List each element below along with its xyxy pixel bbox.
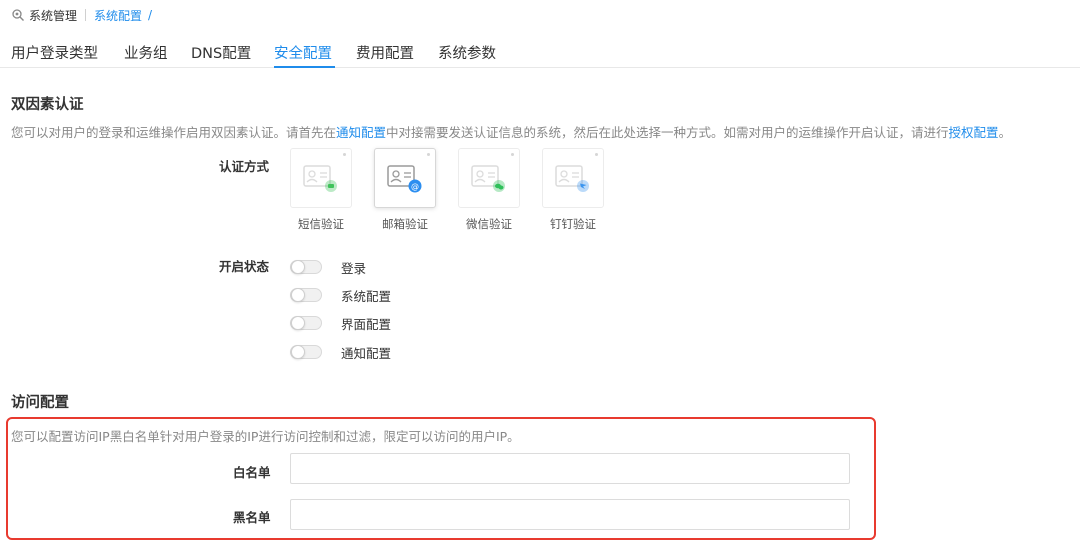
access-config-description: 您可以配置访问IP黑白名单针对用户登录的IP进行访问控制和过滤，限定可以访问的用… [11,429,520,444]
toggle-row-notify-config: 通知配置 [290,343,391,361]
desc-text: 您可以对用户的登录和运维操作启用双因素认证。请首先在 [11,125,337,140]
method-sms[interactable]: 短信验证 [290,148,352,232]
login-toggle-label: 登录 [341,260,367,276]
method-sms-label: 短信验证 [298,217,344,231]
tab-fee-config[interactable]: 费用配置 [356,42,414,63]
notify-config-link[interactable]: 通知配置 [336,125,386,140]
sms-card [290,148,352,208]
status-label: 开启状态 [219,259,270,274]
desc-text: 中对接需要发送认证信息的系统，然后在此处选择一种方式。如需对用户的运维操作开启认… [386,125,949,140]
breadcrumb-separator: / [148,8,153,22]
tab-business-group[interactable]: 业务组 [124,42,168,63]
access-config-title: 访问配置 [11,395,69,411]
tab-security-config[interactable]: 安全配置 [274,42,332,63]
tab-dns-config[interactable]: DNS配置 [191,42,251,63]
method-dingtalk-label: 钉钉验证 [550,217,596,231]
breadcrumb-current[interactable]: 系统配置 [94,7,142,24]
toggle-row-ui-config: 界面配置 [290,314,391,332]
login-toggle[interactable] [290,260,322,274]
active-tab-underline [274,66,335,68]
whitelist-input[interactable] [290,453,850,484]
blacklist-input[interactable] [290,499,850,530]
blacklist-label: 黑名单 [233,510,271,525]
auth-config-link[interactable]: 授权配置 [949,125,999,140]
system-config-toggle-label: 系统配置 [341,288,392,304]
method-email[interactable]: @ 邮箱验证 [374,148,436,232]
desc-text: 。 [998,125,1012,140]
email-card-icon: @ [387,165,422,193]
svg-text:@: @ [411,182,419,191]
system-config-toggle[interactable] [290,288,322,302]
tab-system-params[interactable]: 系统参数 [438,42,496,63]
dingtalk-card-icon [555,165,589,192]
notify-config-toggle-label: 通知配置 [341,345,392,361]
breadcrumb: 系统管理 系统配置 / [11,6,152,24]
search-cog-icon [11,8,25,22]
notify-config-toggle[interactable] [290,345,322,359]
ui-config-toggle[interactable] [290,316,322,330]
auth-method-label: 认证方式 [219,159,270,174]
two-factor-description: 您可以对用户的登录和运维操作启用双因素认证。请首先在通知配置中对接需要发送认证信… [11,122,1011,141]
breadcrumb-divider [85,9,87,21]
two-factor-title: 双因素认证 [11,97,84,113]
dingtalk-card [542,148,604,208]
wechat-card-icon [471,165,505,192]
breadcrumb-root[interactable]: 系统管理 [29,7,77,24]
method-wechat-label: 微信验证 [466,217,512,231]
tab-user-login-type[interactable]: 用户登录类型 [11,42,98,63]
toggle-row-system-config: 系统配置 [290,286,391,304]
config-tabs: 用户登录类型 业务组 DNS配置 安全配置 费用配置 系统参数 [0,36,1080,68]
ui-config-toggle-label: 界面配置 [341,316,392,332]
whitelist-label: 白名单 [233,465,271,480]
toggle-row-login: 登录 [290,258,366,276]
wechat-card [458,148,520,208]
email-card: @ [374,148,436,208]
method-dingtalk[interactable]: 钉钉验证 [542,148,604,232]
method-wechat[interactable]: 微信验证 [458,148,520,232]
sms-card-icon [303,165,337,192]
method-email-label: 邮箱验证 [382,217,428,231]
